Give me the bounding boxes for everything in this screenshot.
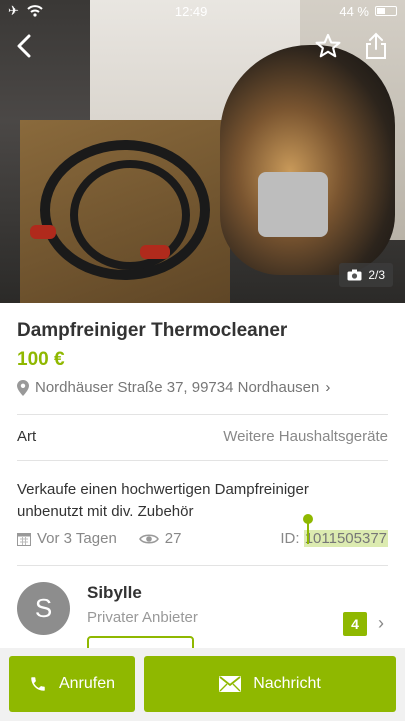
listing-id-label: ID:: [280, 530, 300, 547]
clock: 12:49: [174, 3, 208, 19]
seller-listings-count[interactable]: 4: [343, 612, 367, 636]
call-button[interactable]: Anrufen: [9, 656, 135, 712]
posted-date: Vor 3 Tagen: [17, 530, 117, 547]
avatar[interactable]: S: [17, 582, 70, 635]
listing-meta: Vor 3 Tagen 27 ID: 1011505377: [17, 514, 388, 547]
camera-icon: [347, 269, 362, 281]
message-button-label: Nachricht: [253, 675, 321, 692]
location-text: Nordhäuser Straße 37, 99734 Nordhausen: [35, 379, 320, 396]
location-pin-icon: [17, 379, 29, 396]
star-icon: [315, 33, 341, 58]
phone-icon: [31, 677, 45, 691]
chevron-left-icon: [17, 34, 31, 58]
selection-caret: [307, 522, 310, 544]
avatar-initial: S: [34, 593, 53, 623]
share-button[interactable]: [360, 30, 392, 62]
message-button[interactable]: Nachricht: [144, 656, 396, 712]
photo-hose-shape: [70, 160, 190, 270]
location-link[interactable]: Nordhäuser Straße 37, 99734 Nordhausen ›: [17, 379, 330, 396]
view-count: 27: [138, 530, 182, 547]
chevron-right-icon[interactable]: ›: [378, 613, 384, 634]
view-count-text: 27: [164, 530, 182, 547]
listing-title: Dampfreiniger Thermocleaner: [17, 320, 288, 341]
listing-price: 100 €: [17, 349, 65, 370]
status-bar: ✈ 12:49 44 %: [0, 0, 405, 22]
favorite-button[interactable]: [312, 30, 344, 62]
divider: [17, 460, 388, 461]
battery-icon: [375, 6, 397, 16]
back-button[interactable]: [8, 30, 40, 62]
photo-steamer-window: [258, 172, 328, 237]
eye-icon: [138, 533, 159, 544]
listing-id-value[interactable]: 1011505377: [303, 530, 388, 547]
divider: [17, 565, 388, 566]
wifi-icon: [27, 5, 43, 17]
photo-steamer-shape: [220, 45, 395, 275]
seller-name[interactable]: Sibylle: [87, 583, 142, 603]
photo-red-part: [140, 245, 170, 259]
seller-type: Privater Anbieter: [87, 609, 198, 626]
envelope-icon: [219, 676, 242, 692]
attribute-row: Art Weitere Haushaltsgeräte: [17, 428, 388, 445]
photo-red-part: [30, 225, 56, 239]
posted-date-text: Vor 3 Tagen: [37, 530, 117, 547]
photo-counter[interactable]: 2/3: [339, 263, 393, 287]
listing-description: Verkaufe einen hochwertigen Dampfreinige…: [17, 481, 309, 520]
battery-percent: 44 %: [339, 3, 369, 19]
photo-counter-text: 2/3: [368, 268, 385, 282]
divider: [17, 414, 388, 415]
attribute-value: Weitere Haushaltsgeräte: [223, 428, 388, 445]
calendar-icon: [17, 532, 31, 546]
listing-id[interactable]: ID: 1011505377: [280, 514, 388, 547]
airplane-icon: ✈: [8, 3, 19, 18]
attribute-key: Art: [17, 428, 37, 445]
chevron-right-icon: ›: [325, 379, 331, 396]
listing-photo[interactable]: [0, 0, 405, 303]
call-button-label: Anrufen: [58, 675, 116, 692]
share-icon: [366, 32, 386, 59]
